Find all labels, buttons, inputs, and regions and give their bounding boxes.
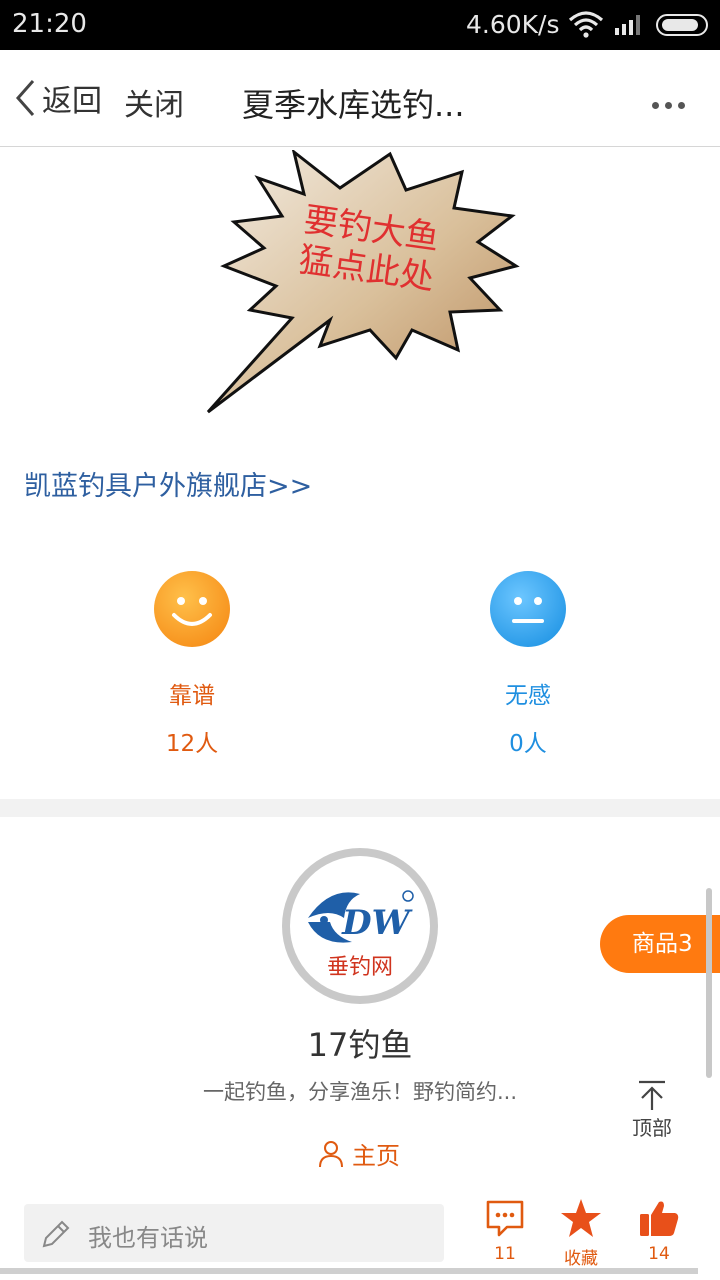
logo-text-main: DW <box>341 903 412 943</box>
section-divider <box>0 799 720 817</box>
promo-burst-banner[interactable]: 要钓大鱼 猛点此处 <box>200 150 540 420</box>
status-bar: 21:20 4.60K/s <box>0 0 720 50</box>
rating-neutral-count: 0人 <box>509 731 547 757</box>
comment-placeholder: 我也有话说 <box>88 1224 208 1252</box>
store-link[interactable]: 凯蓝钓具户外旗舰店>> <box>24 464 312 503</box>
back-label: 返回 <box>42 84 102 119</box>
scrollbar[interactable] <box>706 888 712 1078</box>
chevron-left-icon <box>15 80 35 116</box>
wifi-icon <box>568 11 604 38</box>
rating-good-count: 12人 <box>165 731 219 757</box>
goods-tab-button[interactable]: 商品3 <box>600 915 720 973</box>
nav-bar: 返回 关闭 夏季水库选钓... <box>0 50 720 147</box>
comment-input[interactable]: 我也有话说 <box>24 1204 444 1262</box>
more-dots-icon[interactable] <box>652 94 691 113</box>
bottom-bar: 我也有话说 11 收藏 14 <box>0 1192 720 1280</box>
rating-good-label: 靠谱 <box>169 683 215 709</box>
back-to-top-label: 顶部 <box>632 1116 672 1140</box>
battery-icon <box>656 14 708 36</box>
status-net-speed: 4.60K/s <box>466 10 560 39</box>
person-icon <box>319 1140 343 1167</box>
close-button[interactable]: 关闭 <box>124 80 184 124</box>
author-avatar[interactable]: DW 垂钓网 <box>282 848 438 1004</box>
smile-face-icon[interactable] <box>154 571 230 647</box>
back-to-top-button[interactable]: 顶部 <box>606 1068 698 1148</box>
star-icon <box>561 1199 601 1237</box>
comment-bubble-icon <box>486 1200 524 1237</box>
like-count: 14 <box>648 1244 670 1264</box>
homepage-link[interactable]: 主页 <box>318 1136 400 1171</box>
bottom-scroll-indicator <box>0 1268 698 1274</box>
favorite-button[interactable]: 收藏 <box>546 1198 616 1269</box>
logo-text-sub: 垂钓网 <box>327 955 393 980</box>
page-title: 夏季水库选钓... <box>242 86 465 124</box>
signal-icon <box>615 15 640 35</box>
like-button[interactable]: 14 <box>624 1198 694 1264</box>
pencil-icon <box>42 1220 70 1248</box>
comments-button[interactable]: 11 <box>470 1198 540 1264</box>
homepage-label: 主页 <box>352 1142 400 1170</box>
comment-count: 11 <box>494 1244 516 1264</box>
status-time: 21:20 <box>12 9 87 39</box>
fish-logo-icon: DW 垂钓网 <box>308 890 414 980</box>
back-button[interactable]: 返回 <box>14 78 102 119</box>
favorite-label: 收藏 <box>564 1249 598 1269</box>
arrow-up-icon <box>639 1080 665 1110</box>
author-name: 17钓鱼 <box>307 1026 413 1064</box>
neutral-face-icon[interactable] <box>490 571 566 647</box>
thumbs-up-icon <box>640 1201 679 1236</box>
rating-neutral-label: 无感 <box>505 683 551 709</box>
